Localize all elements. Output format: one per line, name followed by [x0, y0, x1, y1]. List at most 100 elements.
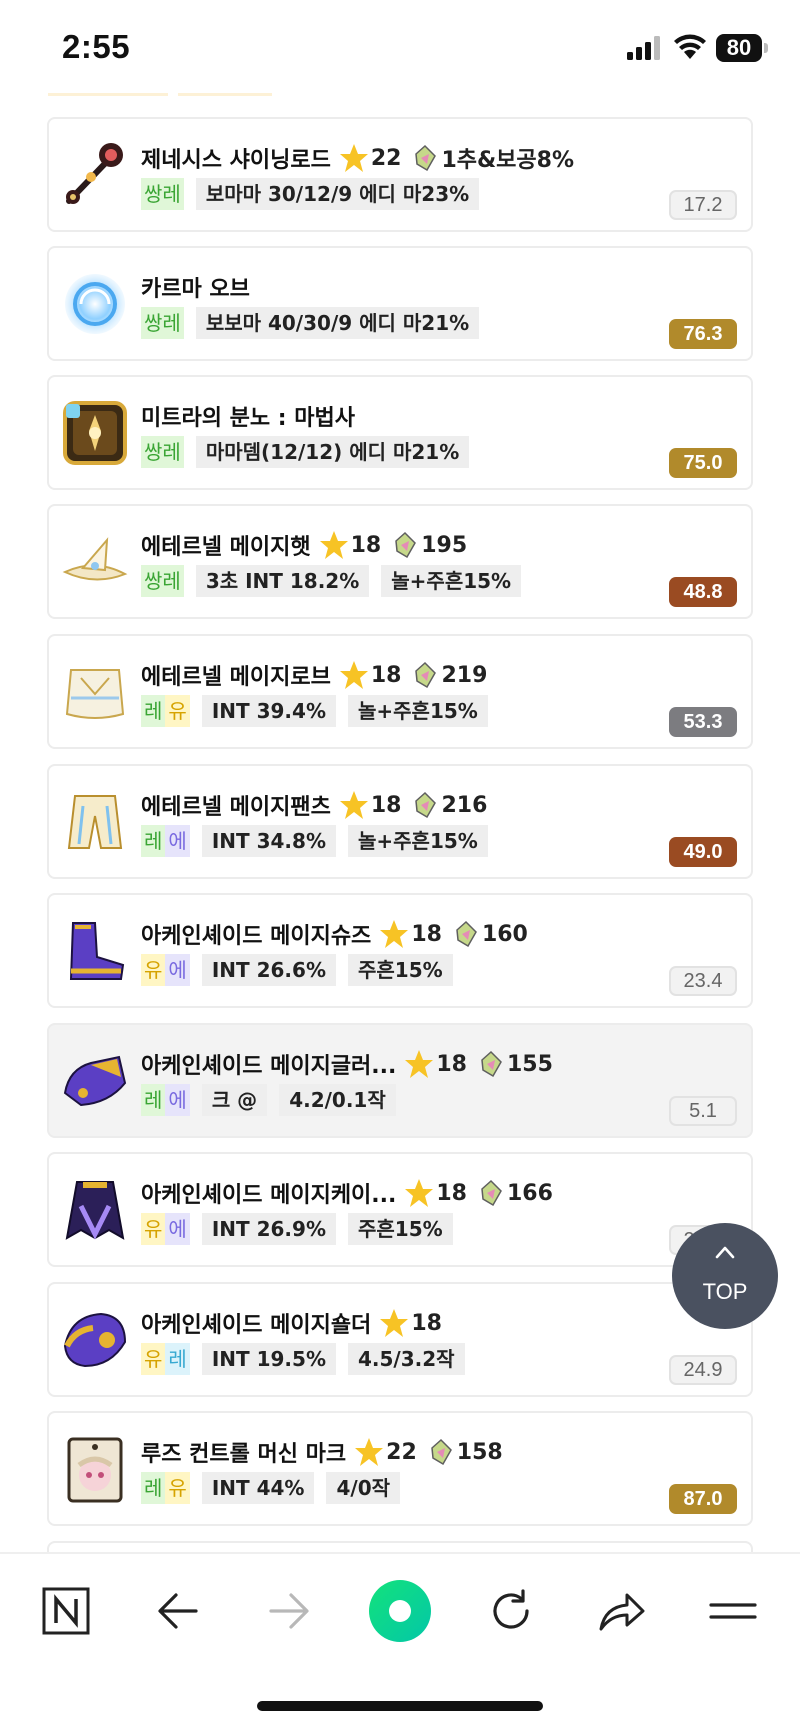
item-name: 에테르넬 메이지햇 — [141, 535, 311, 560]
potential-option: INT 34.8% — [201, 825, 336, 857]
status-time: 2:55 — [62, 28, 131, 65]
eternal-hat-icon — [62, 537, 128, 581]
karma-orb-icon — [65, 274, 125, 334]
mitra-emblem-icon — [63, 401, 127, 465]
additional-potential-option: 주흔15% — [347, 1213, 453, 1245]
item-name: 아케인셰이드 메이지슈즈 — [141, 924, 372, 949]
battery-icon: 80 — [716, 34, 768, 62]
item-name: 아케인셰이드 메이지글러... — [141, 1054, 397, 1079]
equipment-card[interactable]: 아케인셰이드 메이지케이... 18 166 유에 INT 26.9% 주흔15… — [47, 1152, 753, 1267]
naver-home-button[interactable] — [31, 1576, 101, 1646]
star-force-icon — [339, 661, 368, 689]
equipment-card[interactable]: 루즈 컨트롤 머신 마크 22 158 레유 INT 44% 4/0작 87.0 — [47, 1411, 753, 1526]
additional-potential-option: 놀+주흔15% — [381, 565, 522, 597]
additional-option-icon — [456, 920, 477, 948]
potential-grade-badge: 유레 — [141, 1343, 190, 1375]
genesis-staff-icon — [66, 143, 123, 204]
additional-option-value: 160 — [481, 921, 528, 947]
item-name: 제네시스 샤이닝로드 — [141, 148, 331, 173]
equipment-card[interactable]: 에테르넬 메이지로브 18 219 레유 INT 39.4% 놀+주흔15% 5… — [47, 634, 753, 749]
additional-option-value: 158 — [456, 1439, 503, 1465]
green-dot-button[interactable] — [365, 1576, 435, 1646]
potential-grade-badge: 레유 — [141, 1472, 190, 1504]
potential-grade-badge: 유에 — [141, 1213, 190, 1245]
chevron-up-icon — [715, 1246, 735, 1259]
equipment-card[interactable]: 미트라의 분노 : 마법사 쌍레 마마뎀(12/12) 에디 마21% 75.0 — [47, 375, 753, 490]
potential-grade-badge: 레유 — [141, 695, 190, 727]
additional-option-value: 195 — [421, 532, 468, 558]
potential-option: INT 19.5% — [201, 1343, 336, 1375]
star-force-value: 18 — [436, 1180, 467, 1206]
share-arrow-icon — [599, 1593, 645, 1631]
star-force-icon — [405, 1050, 434, 1078]
star-force-icon — [339, 791, 368, 819]
star-force-value: 22 — [386, 1439, 417, 1465]
additional-option-icon — [430, 1438, 452, 1466]
additional-option-value: 219 — [441, 662, 488, 688]
star-force-value: 18 — [350, 532, 382, 558]
additional-option-value: 1추&보공8% — [441, 148, 575, 173]
score-badge: 23.4 — [669, 966, 737, 996]
equipment-card[interactable]: 아케인셰이드 메이지숄더 18 유레 INT 19.5% 4.5/3.2작 24… — [47, 1282, 753, 1397]
score-badge: 24.9 — [669, 1355, 737, 1385]
additional-option-icon — [415, 791, 437, 819]
additional-potential-option: 놀+주흔15% — [347, 695, 488, 727]
arcane-gloves-icon — [63, 1055, 127, 1107]
score-badge: 75.0 — [669, 448, 737, 478]
star-force-icon — [380, 1309, 409, 1337]
item-name: 아케인셰이드 메이지숄더 — [141, 1313, 372, 1338]
star-force-value: 22 — [370, 145, 402, 171]
star-force-icon — [380, 920, 409, 948]
equipment-card[interactable]: 아케인셰이드 메이지슈즈 18 160 유에 INT 26.6% 주흔15% 2… — [47, 893, 753, 1008]
score-badge: 5.1 — [669, 1096, 737, 1126]
score-badge: 87.0 — [669, 1484, 737, 1514]
scroll-to-top-button[interactable]: TOP — [672, 1223, 778, 1329]
additional-potential-option: 주흔15% — [347, 954, 453, 986]
equipment-card[interactable]: 에테르넬 메이지팬츠 18 216 레에 INT 34.8% 놀+주흔15% 4… — [47, 764, 753, 879]
additional-option-value: 216 — [441, 792, 488, 818]
status-bar: 2:55 80 — [0, 0, 800, 100]
item-name: 아케인셰이드 메이지케이... — [141, 1183, 397, 1208]
additional-option-icon — [395, 531, 417, 559]
potential-grade-badge: 레에 — [141, 825, 190, 857]
potential-grade-badge: 쌍레 — [141, 307, 184, 339]
refresh-icon — [493, 1589, 529, 1629]
additional-option-icon — [415, 144, 437, 172]
potential-grade-badge: 쌍레 — [141, 178, 184, 210]
potential-grade-badge: 쌍레 — [141, 436, 184, 468]
menu-button[interactable] — [698, 1576, 768, 1646]
potential-option: 보마마 30/12/9 에디 마23% — [195, 178, 480, 210]
star-force-icon — [339, 144, 368, 172]
score-badge: 48.8 — [669, 577, 737, 607]
refresh-button[interactable] — [476, 1576, 546, 1646]
equipment-card[interactable]: 아케인셰이드 메이지글러... 18 155 레에 크 @ 4.2/0.1작 5… — [47, 1023, 753, 1138]
equipment-card[interactable]: 카르마 오브 쌍레 보보마 40/30/9 에디 마21% 76.3 — [47, 246, 753, 361]
star-force-icon — [355, 1438, 384, 1466]
tab-underline — [48, 86, 168, 96]
wifi-icon — [674, 34, 706, 59]
back-button[interactable] — [143, 1576, 213, 1646]
equipment-card[interactable]: 제네시스 샤이닝로드 22 1추&보공8% 쌍레 보마마 30/12/9 에디 … — [47, 117, 753, 232]
additional-option-icon — [481, 1050, 502, 1078]
share-button[interactable] — [587, 1576, 657, 1646]
star-force-value: 18 — [370, 792, 402, 818]
potential-option: INT 26.9% — [201, 1213, 336, 1245]
item-name: 카르마 오브 — [141, 277, 250, 302]
cellular-signal-icon — [627, 36, 660, 60]
additional-potential-option: 4/0작 — [326, 1472, 401, 1504]
arrow-left-icon — [158, 1593, 198, 1629]
item-name: 미트라의 분노 : 마법사 — [141, 406, 355, 431]
potential-option: 마마뎀(12/12) 에디 마21% — [195, 436, 470, 468]
tab-underline — [178, 86, 272, 96]
additional-option-icon — [415, 661, 437, 689]
equipment-card[interactable]: 에테르넬 메이지햇 18 195 쌍레 3초 INT 18.2% 놀+주흔15%… — [47, 504, 753, 619]
potential-grade-badge: 쌍레 — [141, 565, 184, 597]
additional-option-value: 166 — [507, 1180, 553, 1206]
forward-button[interactable] — [254, 1576, 324, 1646]
potential-option: 보보마 40/30/9 에디 마21% — [195, 307, 480, 339]
score-badge: 17.2 — [669, 190, 737, 220]
naver-n-icon — [42, 1587, 90, 1635]
machine-mark-icon — [67, 1437, 123, 1503]
home-indicator — [257, 1701, 543, 1711]
star-force-icon — [319, 531, 348, 559]
